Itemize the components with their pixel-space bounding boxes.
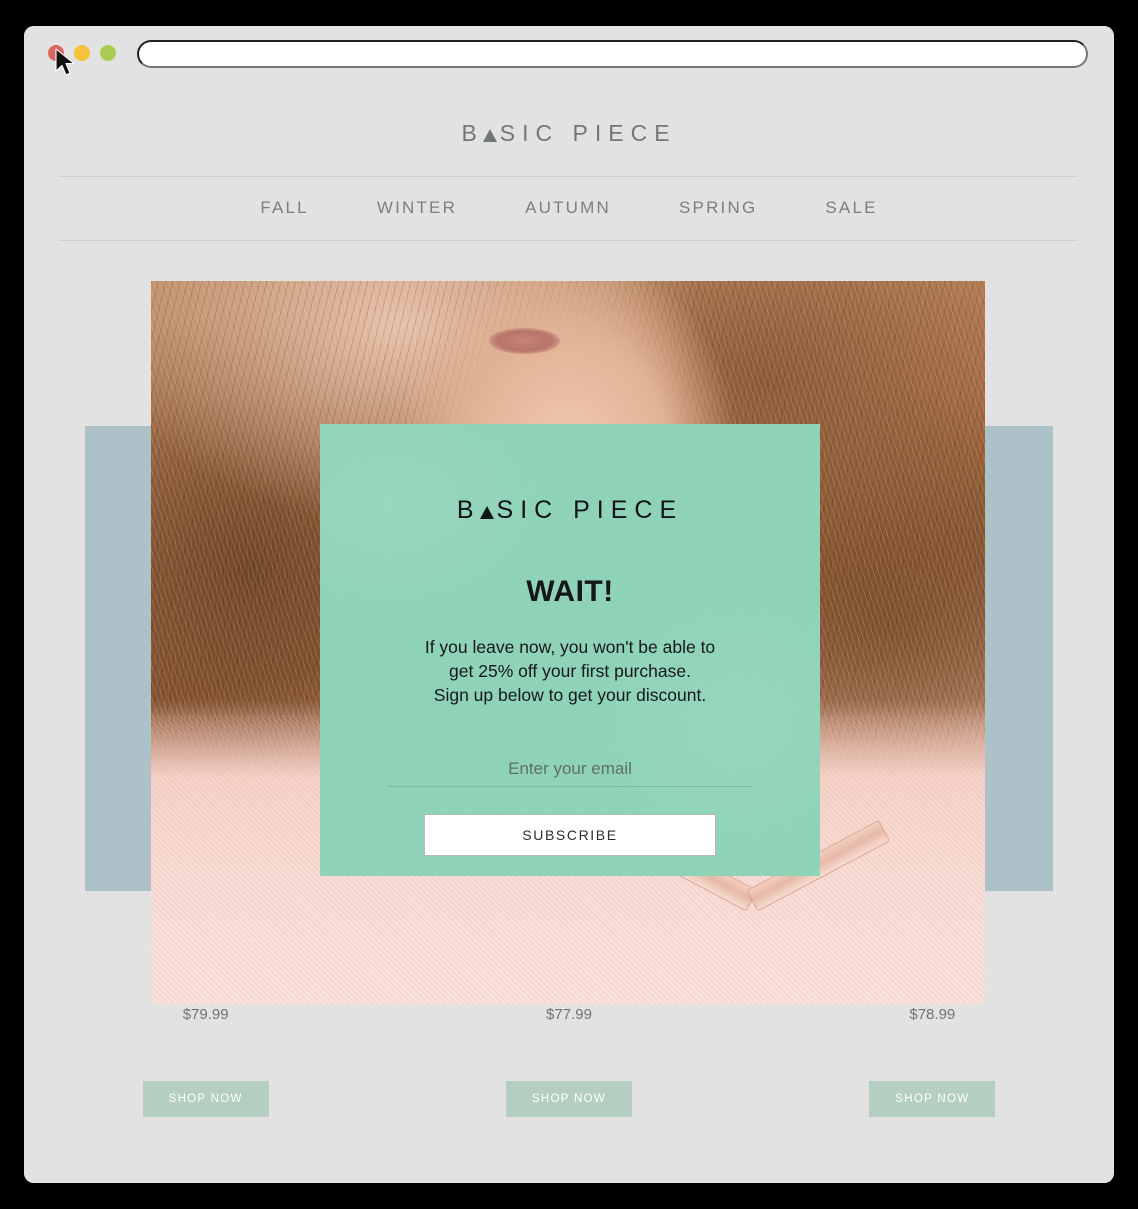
product-row: $79.99 SHOP NOW $77.99 SHOP NOW $78.99 S… xyxy=(24,1006,1114,1117)
main-navigation: FALL WINTER AUTUMN SPRING SALE xyxy=(24,190,1114,226)
shop-now-button[interactable]: SHOP NOW xyxy=(869,1081,996,1117)
exit-intent-modal: B SIC PIECE WAIT! If you leave now, you w… xyxy=(320,424,820,876)
header-divider-top xyxy=(58,176,1078,177)
triangle-icon xyxy=(482,129,497,142)
url-input[interactable] xyxy=(137,40,1088,68)
product-price: $78.99 xyxy=(909,1006,956,1023)
product-card: $79.99 SHOP NOW xyxy=(24,1006,387,1117)
modal-logo: B SIC PIECE xyxy=(320,496,820,525)
site-logo-after: SIC PIECE xyxy=(499,120,677,146)
modal-body-line-2: get 25% off your first purchase. xyxy=(449,661,691,681)
window-controls xyxy=(48,45,116,61)
nav-item-autumn[interactable]: AUTUMN xyxy=(491,190,645,226)
product-price: $79.99 xyxy=(182,1006,229,1023)
modal-logo-after: SIC PIECE xyxy=(496,496,684,524)
nav-item-spring[interactable]: SPRING xyxy=(645,190,791,226)
shop-now-button[interactable]: SHOP NOW xyxy=(505,1081,632,1117)
subscribe-button[interactable]: SUBSCRIBE xyxy=(424,814,716,856)
email-input[interactable] xyxy=(388,751,752,787)
site-logo: B SIC PIECE xyxy=(24,120,1114,147)
header-divider-bottom xyxy=(58,240,1078,241)
nav-item-winter[interactable]: WINTER xyxy=(343,190,491,226)
close-window-button[interactable] xyxy=(48,45,64,61)
nav-item-fall[interactable]: FALL xyxy=(226,190,343,226)
modal-heading: WAIT! xyxy=(526,575,614,608)
triangle-icon xyxy=(479,506,494,519)
shop-now-button[interactable]: SHOP NOW xyxy=(142,1081,269,1117)
hero-chevron-trim xyxy=(602,820,902,975)
hero-lips xyxy=(488,327,560,354)
maximize-window-button[interactable] xyxy=(100,45,116,61)
minimize-window-button[interactable] xyxy=(74,45,90,61)
site-logo-before: B xyxy=(461,120,484,146)
browser-titlebar xyxy=(24,26,1114,80)
modal-body-line-1: If you leave now, you won't be able to xyxy=(424,637,716,657)
modal-body-line-3: Sign up below to get your discount. xyxy=(433,685,707,705)
product-card: $78.99 SHOP NOW xyxy=(751,1006,1114,1117)
nav-item-sale[interactable]: SALE xyxy=(791,190,911,226)
product-price: $77.99 xyxy=(546,1006,592,1023)
page-viewport: B SIC PIECE FALL WINTER AUTUMN SPRING SAL… xyxy=(24,80,1114,1183)
product-card: $77.99 SHOP NOW xyxy=(387,1006,750,1117)
modal-body-text: If you leave now, you won't be able to g… xyxy=(320,635,820,707)
browser-window: B SIC PIECE FALL WINTER AUTUMN SPRING SAL… xyxy=(24,26,1114,1183)
modal-logo-before: B xyxy=(456,496,481,524)
